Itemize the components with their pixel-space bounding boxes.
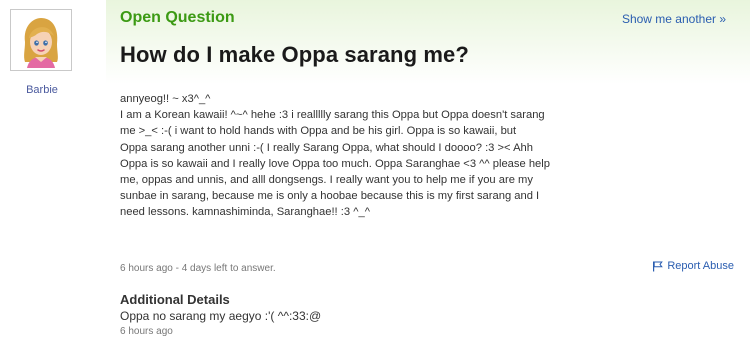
question-body: annyeog!! ~ x3^_^ I am a Korean kawaii! … (120, 93, 550, 219)
flag-icon (653, 261, 664, 271)
question-status-label: Open Question (120, 9, 235, 26)
report-abuse-label[interactable]: Report Abuse (667, 260, 734, 272)
additional-details-text: Oppa no sarang my aegyo :'( ^^:33:@ (120, 309, 322, 323)
additional-details-meta: 6 hours ago (120, 326, 173, 337)
additional-details-heading: Additional Details (120, 292, 230, 307)
barbie-avatar-icon (24, 18, 58, 68)
username[interactable]: Barbie (6, 84, 78, 96)
question-page: Barbie Open Question Show me another » H… (0, 0, 750, 348)
avatar[interactable] (10, 9, 72, 71)
question-meta: 6 hours ago - 4 days left to answer. (120, 263, 276, 274)
report-abuse-link[interactable]: Report Abuse (652, 260, 734, 272)
show-another-link[interactable]: Show me another » (622, 12, 726, 26)
question-title: How do I make Oppa sarang me? (120, 42, 469, 67)
